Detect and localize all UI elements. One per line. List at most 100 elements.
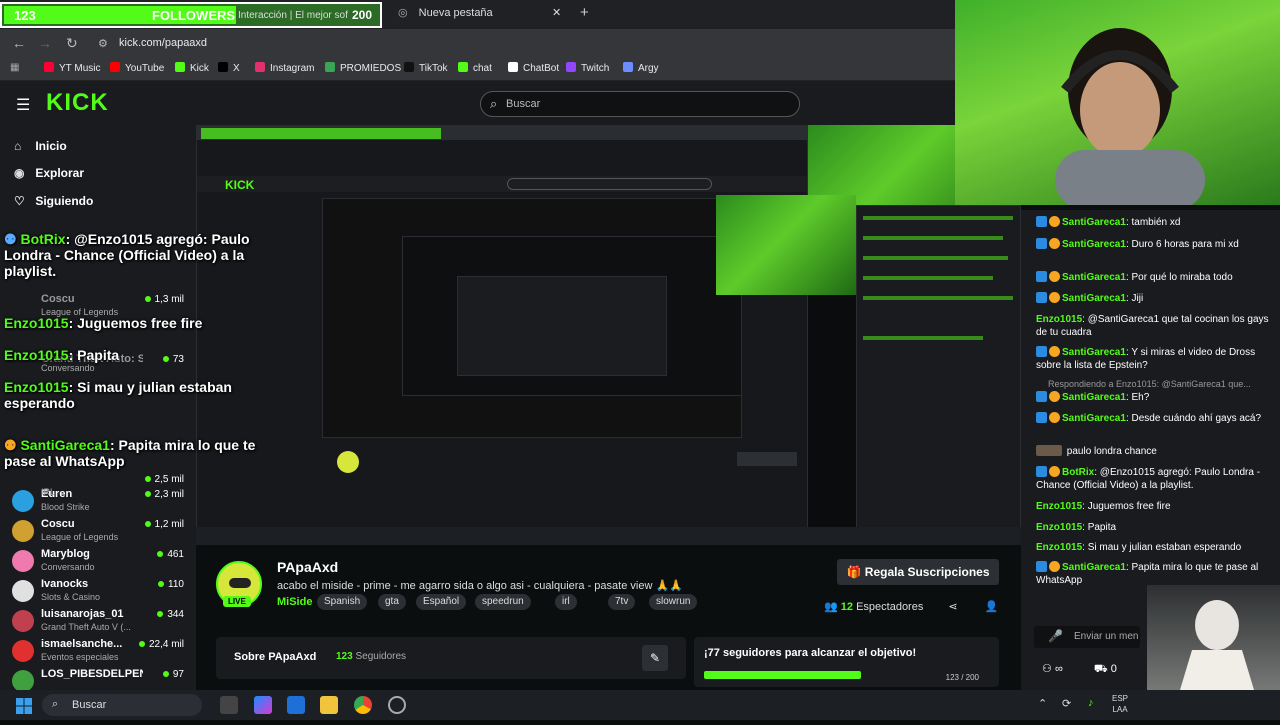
store-app-icon[interactable] — [287, 696, 305, 714]
chat-username[interactable]: SantiGareca1 — [1062, 217, 1126, 228]
hamburger-menu-icon[interactable]: ☰ — [16, 95, 30, 115]
reload-icon[interactable]: ↻ — [66, 35, 78, 52]
channel-viewers: 110 — [158, 579, 184, 590]
browser-tab-new[interactable]: ◎ Nueva pestaña ✕ — [398, 6, 568, 24]
goal-text: ¡77 seguidores para alcanzar el objetivo… — [704, 647, 917, 659]
sidebar-channel[interactable]: Maryblog Conversando 461 — [12, 546, 192, 576]
stream-info: LIVE PApaAxd acabo el miside - prime - m… — [196, 545, 1021, 690]
avatar — [12, 550, 34, 572]
browser-tab-active[interactable]: 123 FOLLOWERS Interacción | El mejor sof… — [0, 2, 382, 28]
sidebar-channel[interactable]: IRL 2,5 mil — [12, 471, 192, 501]
chat-username[interactable]: SantiGareca1 — [1062, 562, 1126, 573]
sidebar-channel[interactable]: ismaelsanche... Eventos especiales 22,4 mi… — [12, 636, 192, 666]
stream-video[interactable]: KICK — [196, 125, 1021, 545]
edit-icon[interactable]: ✎ — [642, 645, 668, 671]
store-icon[interactable]: ⛟ — [1094, 663, 1108, 675]
url-field[interactable]: kick.com/papaaxd — [119, 37, 207, 49]
followers-label: Seguidores — [355, 651, 407, 662]
chat-username[interactable]: SantiGareca1 — [1062, 239, 1126, 250]
chrome-icon[interactable] — [354, 696, 372, 714]
chat-username[interactable]: Enzo1015 — [1036, 501, 1082, 512]
badge-icon — [1049, 292, 1060, 303]
sidebar-channel[interactable]: luisanarojas_01 Grand Theft Auto V (... 34… — [12, 606, 192, 636]
followers-label: FOLLOWERS — [152, 8, 236, 23]
channel-viewers: 344 — [157, 609, 184, 620]
bookmark-x[interactable]: X — [218, 62, 240, 74]
bookmark-youtube[interactable]: YouTube — [110, 62, 164, 74]
tray-mic-icon[interactable]: ♪ — [1088, 697, 1094, 709]
chat-username[interactable]: Enzo1015 — [1036, 314, 1082, 325]
settings-app-icon[interactable] — [388, 696, 406, 714]
bookmark-instagram[interactable]: Instagram — [255, 62, 314, 74]
bookmark-icon — [255, 62, 265, 72]
chat-username[interactable]: SantiGareca1 — [1062, 272, 1126, 283]
badge-icon — [1049, 216, 1060, 227]
chat-username[interactable]: Enzo1015 — [1036, 522, 1082, 533]
bookmark-twitch[interactable]: Twitch — [566, 62, 609, 74]
chat-message: SantiGareca1: también xd — [1036, 216, 1276, 229]
channel-name: Coscu — [41, 518, 75, 530]
streamer-name[interactable]: PApaAxd — [277, 559, 338, 575]
chat-username[interactable]: SantiGareca1 — [1062, 413, 1126, 424]
avatar — [12, 670, 34, 692]
task-view-icon[interactable] — [220, 696, 238, 714]
lang-bottom: LAA — [1112, 705, 1128, 714]
people-icon[interactable]: ⚇ — [1042, 663, 1052, 675]
share-icon[interactable]: ⋖ — [948, 601, 957, 613]
site-info-icon[interactable]: ⚙ — [98, 37, 108, 50]
gift-subs-button[interactable]: 🎁 Regala Suscripciones — [837, 559, 999, 585]
chat-username[interactable]: BotRix — [1062, 467, 1094, 478]
chat-username[interactable]: Enzo1015 — [1036, 542, 1082, 553]
chat-text: paulo londra chance — [1066, 446, 1157, 457]
chat-username[interactable]: SantiGareca1 — [1062, 392, 1126, 403]
users-icon: 👥 — [824, 601, 841, 613]
forward-icon[interactable]: → — [38, 35, 52, 51]
apps-grid-icon[interactable]: ▦ — [10, 62, 19, 73]
chat-message: SantiGareca1: Duro 6 horas para mi xd — [1036, 238, 1276, 251]
nav-explorar[interactable]: ◉ Explorar — [14, 166, 84, 180]
chat-controls: ⚇ ∞ ⛟ 0 — [1042, 662, 1117, 677]
stream-tag[interactable]: speedrun — [475, 594, 531, 610]
file-explorer-icon[interactable] — [320, 696, 338, 714]
stream-tag[interactable]: 7tv — [608, 594, 636, 610]
bookmark-argy[interactable]: Argy — [623, 62, 659, 74]
chat-username[interactable]: SantiGareca1 — [1062, 347, 1126, 358]
bookmark-icon — [404, 62, 414, 72]
sidebar-channel[interactable]: Coscu League of Legends 1,2 mil — [12, 516, 192, 546]
new-tab-button[interactable]: + — [580, 4, 589, 21]
chat-input[interactable]: 🎤 Enviar un men — [1034, 626, 1140, 648]
tray-app-icon[interactable]: ⟳ — [1062, 697, 1071, 710]
badge-icon — [1036, 466, 1047, 477]
search-bar[interactable]: ⌕ Buscar — [480, 91, 800, 117]
stream-tag[interactable]: slowrun — [649, 594, 698, 610]
chat-text: Si mau y julian estaban esperando — [1087, 542, 1242, 553]
nested-browser-capture: KICK — [196, 125, 808, 535]
bookmark-kick[interactable]: Kick — [175, 62, 209, 74]
taskbar-search[interactable]: ⌕ Buscar — [42, 694, 202, 716]
close-tab-icon[interactable]: ✕ — [552, 6, 561, 19]
windows-taskbar: ⌕ Buscar ⌃ ⟳ ♪ ESP LAA — [0, 690, 1280, 720]
sidebar-channel[interactable]: Ivanocks Slots & Casino 110 — [12, 576, 192, 606]
nav-inicio[interactable]: ⌂ Inicio — [14, 139, 67, 153]
channel-game: Conversando — [41, 562, 95, 572]
bookmark-tiktok[interactable]: TikTok — [404, 62, 448, 74]
stream-tag[interactable]: Spanish — [317, 594, 368, 610]
windows-start-icon[interactable] — [16, 698, 32, 714]
bookmark-chatbot[interactable]: ChatBot — [508, 62, 559, 74]
tab-title: Nueva pestaña — [418, 7, 493, 19]
user-options-icon[interactable]: 👤 — [985, 601, 999, 613]
copilot-icon[interactable] — [254, 696, 272, 714]
tray-chevron-icon[interactable]: ⌃ — [1038, 697, 1047, 710]
language-indicator[interactable]: ESP LAA — [1112, 693, 1128, 715]
bookmark-chat[interactable]: chat — [458, 62, 492, 74]
kick-logo[interactable]: KICK — [46, 89, 109, 117]
stream-tag[interactable]: gta — [378, 594, 406, 610]
back-icon[interactable]: ← — [12, 35, 26, 51]
stream-tag[interactable]: Español — [416, 594, 467, 610]
bookmark-yt-music[interactable]: YT Music — [44, 62, 101, 74]
stream-tag[interactable]: irl — [555, 594, 577, 610]
nav-siguiendo[interactable]: ♡ Siguiendo — [14, 194, 93, 208]
bookmark-promiedos[interactable]: PROMIEDOS — [325, 62, 401, 74]
stream-category[interactable]: MiSide — [277, 596, 312, 608]
chat-username[interactable]: SantiGareca1 — [1062, 293, 1126, 304]
